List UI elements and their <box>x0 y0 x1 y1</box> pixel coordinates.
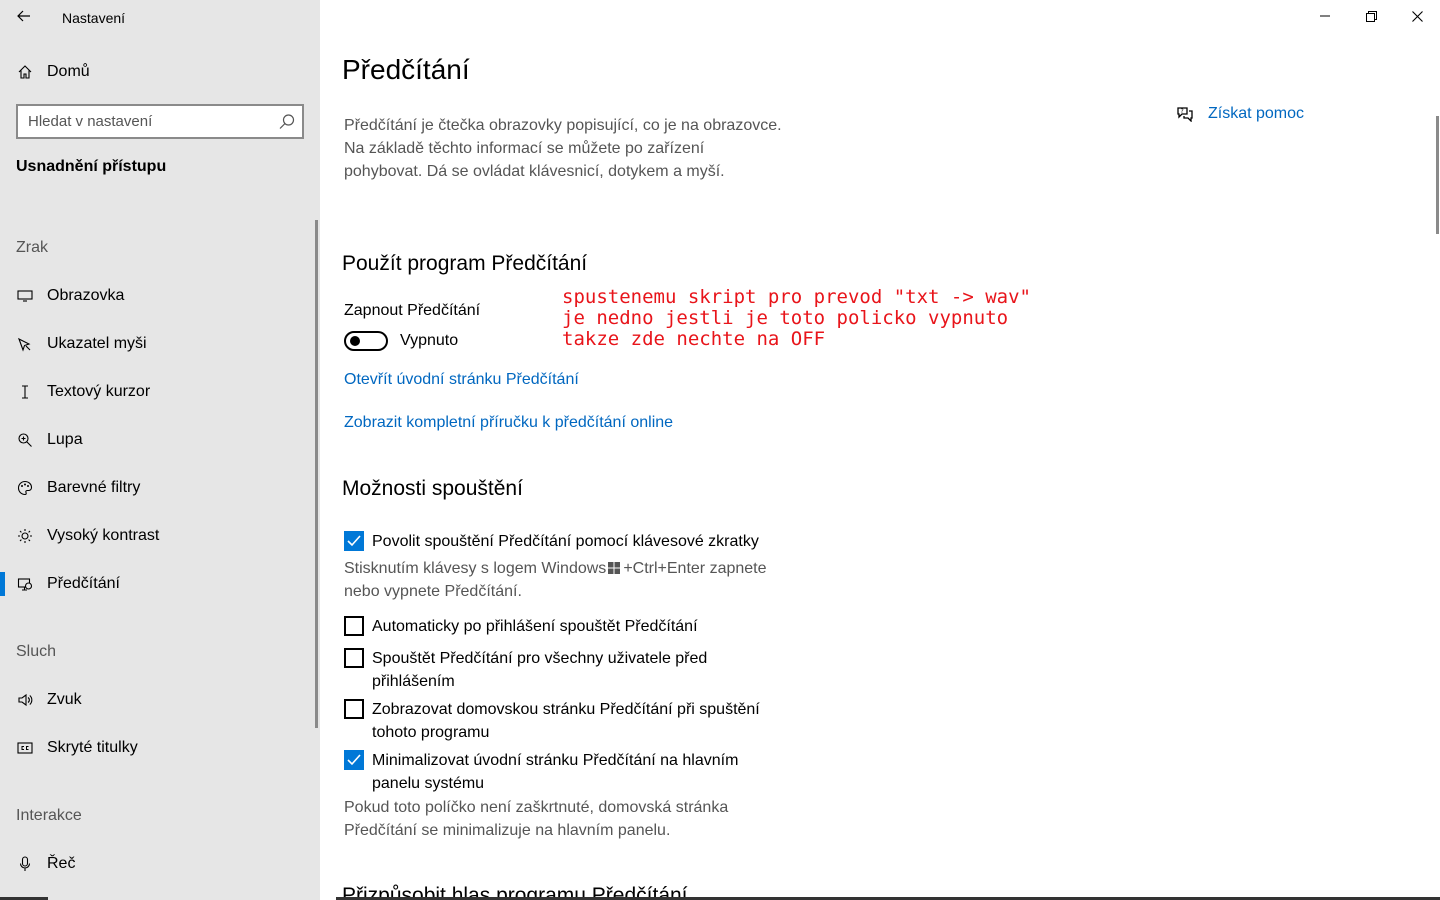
search-input[interactable] <box>18 113 268 130</box>
narrator-toggle[interactable] <box>344 331 388 351</box>
sidebar-scrollbar[interactable] <box>315 220 318 728</box>
section-heading-startup: Možnosti spouštění <box>342 477 523 500</box>
checkmark-icon <box>347 754 361 766</box>
option-label: Minimalizovat úvodní stránku Předčítání … <box>372 752 739 792</box>
option-shortcut[interactable]: Povolit spouštění Předčítání pomocí kláv… <box>344 530 792 553</box>
speaker-icon <box>16 691 34 709</box>
group-heading-zrak: Zrak <box>16 239 48 256</box>
option-label: Automaticky po přihlášení spouštět Předč… <box>372 618 698 635</box>
minimize-icon <box>1320 15 1330 17</box>
checkbox-show-home[interactable] <box>344 699 364 719</box>
help-chat-icon: ? <box>1177 107 1193 122</box>
option-all-users[interactable]: Spouštět Předčítání pro všechny uživatel… <box>344 647 752 693</box>
restore-icon <box>1365 10 1377 22</box>
main-content: Předčítání Předčítání je čtečka obrazovk… <box>320 0 1440 900</box>
app-title: Nastavení <box>62 10 126 26</box>
palette-icon <box>16 479 34 497</box>
sidebar-item-label: Obrazovka <box>47 287 125 304</box>
narrator-icon <box>16 575 34 593</box>
sidebar-item-obrazovka[interactable]: Obrazovka <box>0 274 320 318</box>
sidebar-item-label: Skryté titulky <box>47 739 138 756</box>
narrator-toggle-row[interactable]: Vypnuto <box>344 331 458 351</box>
sidebar-item-label: Barevné filtry <box>47 479 141 496</box>
back-arrow-icon <box>17 10 30 22</box>
narrator-guide-link[interactable]: Zobrazit kompletní příručku k předčítání… <box>344 414 673 432</box>
sidebar-item-label: Zvuk <box>47 691 82 708</box>
page-description: Předčítání je čtečka obrazovky popisujíc… <box>344 117 782 180</box>
windows-logo-icon <box>608 562 621 574</box>
microphone-icon <box>16 855 34 873</box>
magnifier-icon <box>16 431 34 449</box>
nav-home-label: Domů <box>47 63 90 80</box>
option-label: Zobrazovat domovskou stránku Předčítání … <box>372 701 760 741</box>
sidebar-item-label: Vysoký kontrast <box>47 527 160 544</box>
shortcut-hint: Stisknutím klávesy s logem Windows +Ctrl+… <box>344 557 784 603</box>
toggle-label: Zapnout Předčítání <box>344 302 481 319</box>
sidebar-item-label: Lupa <box>47 431 83 448</box>
closed-captions-icon <box>16 739 34 757</box>
sidebar-item-rec[interactable]: Řeč <box>0 842 320 886</box>
search-icon <box>279 114 295 129</box>
mouse-pointer-icon <box>16 335 34 353</box>
nav-home[interactable]: Domů <box>0 50 320 94</box>
home-icon <box>16 63 34 81</box>
close-icon <box>1411 10 1423 22</box>
option-label: Spouštět Předčítání pro všechny uživatel… <box>372 650 708 690</box>
minimize-button[interactable] <box>1302 0 1348 32</box>
sidebar-item-label: Předčítání <box>47 575 120 592</box>
svg-text:?: ? <box>1181 108 1184 115</box>
sidebar-item-label: Řeč <box>47 855 76 872</box>
open-narrator-home-link[interactable]: Otevřít úvodní stránku Předčítání <box>344 371 579 389</box>
back-button[interactable] <box>8 4 40 28</box>
restore-button[interactable] <box>1348 0 1394 32</box>
text-cursor-icon <box>16 383 34 401</box>
group-heading-sluch: Sluch <box>16 643 57 660</box>
shortcut-hint-before: Stisknutím klávesy s logem Windows <box>344 560 607 577</box>
option-label: Povolit spouštění Předčítání pomocí kláv… <box>372 533 759 550</box>
checkbox-minimize[interactable] <box>344 750 364 770</box>
group-heading-interakce: Interakce <box>16 807 82 824</box>
monitor-icon <box>16 287 34 305</box>
sidebar-section-title: Usnadnění přístupu <box>16 158 167 175</box>
sidebar-item-skryte-titulky[interactable]: Skryté titulky <box>0 726 320 770</box>
sun-icon <box>16 527 34 545</box>
get-help-link[interactable]: ? Získat pomoc <box>1176 105 1304 123</box>
option-show-home[interactable]: Zobrazovat domovskou stránku Předčítání … <box>344 698 792 744</box>
section-heading-use: Použít program Předčítání <box>342 252 588 275</box>
option-minimize[interactable]: Minimalizovat úvodní stránku Předčítání … <box>344 749 772 795</box>
search-box[interactable] <box>16 104 304 139</box>
close-button[interactable] <box>1394 0 1440 32</box>
minimize-hint: Pokud toto políčko není zaškrtnuté, domo… <box>344 799 729 839</box>
page-title: Předčítání <box>342 54 470 85</box>
sidebar-item-predcitani[interactable]: Předčítání <box>0 562 320 606</box>
get-help-label: Získat pomoc <box>1208 105 1305 122</box>
sidebar-item-label: Ukazatel myši <box>47 335 147 352</box>
red-annotation-text: spustenemu skript pro prevod "txt -> wav… <box>562 286 1031 350</box>
sidebar: Nastavení Domů Usnadnění přístupu Zrak O… <box>0 0 320 900</box>
option-auto-start[interactable]: Automaticky po přihlášení spouštět Předč… <box>344 615 792 638</box>
toggle-state-label: Vypnuto <box>400 332 459 349</box>
checkbox-auto-start[interactable] <box>344 616 364 636</box>
sidebar-item-vysoky-kontrast[interactable]: Vysoký kontrast <box>0 514 320 558</box>
checkmark-icon <box>347 535 361 547</box>
checkbox-shortcut[interactable] <box>344 531 364 551</box>
sidebar-item-barevne-filtry[interactable]: Barevné filtry <box>0 466 320 510</box>
toggle-knob <box>350 336 360 346</box>
main-scrollbar[interactable] <box>1436 116 1439 234</box>
sidebar-item-ukazatel-mysi[interactable]: Ukazatel myši <box>0 322 320 366</box>
sidebar-item-label: Textový kurzor <box>47 383 151 400</box>
sidebar-item-textovy-kurzor[interactable]: Textový kurzor <box>0 370 320 414</box>
sidebar-item-zvuk[interactable]: Zvuk <box>0 678 320 722</box>
checkbox-all-users[interactable] <box>344 648 364 668</box>
sidebar-item-lupa[interactable]: Lupa <box>0 418 320 462</box>
